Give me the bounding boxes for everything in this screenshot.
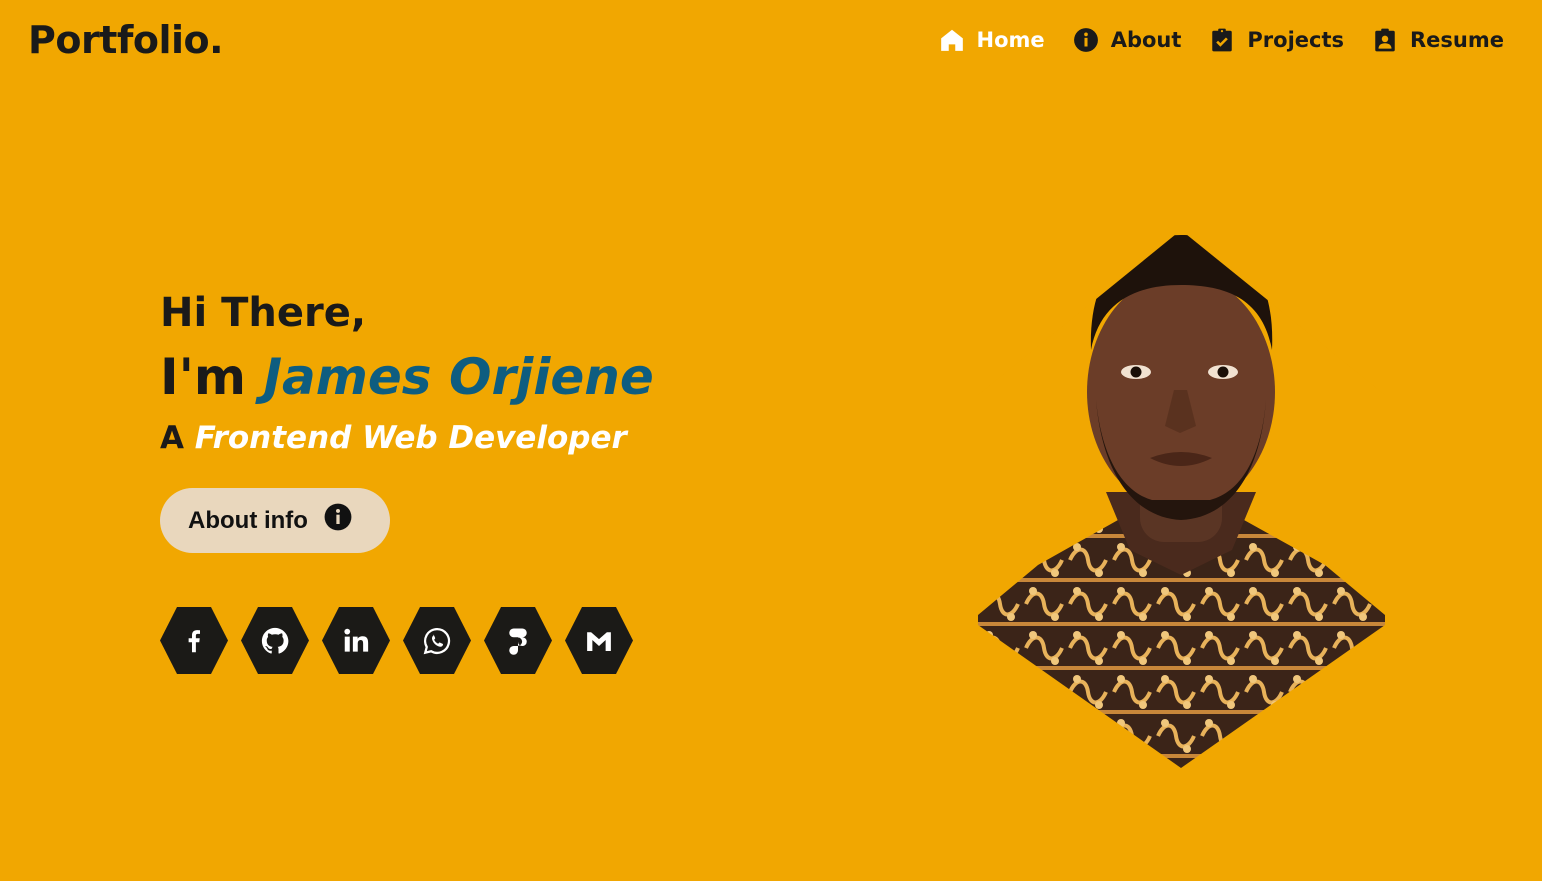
about-info-label: About info: [188, 506, 308, 534]
clipboard-check-icon: [1209, 27, 1235, 53]
hero-section: Hi There, I'm James Orjiene A Frontend W…: [160, 288, 780, 553]
social-figma-link[interactable]: [484, 607, 552, 674]
profile-photo: [978, 230, 1385, 768]
social-github-link[interactable]: [241, 607, 309, 674]
home-icon: [939, 27, 965, 53]
social-linkedin-link[interactable]: [322, 607, 390, 674]
hero-name: James Orjiene: [263, 348, 654, 406]
social-facebook-link[interactable]: [160, 607, 228, 674]
site-header: Portfolio. Home About Projects Resume: [0, 0, 1542, 80]
nav-item-label: Projects: [1247, 28, 1344, 52]
role-prefix: A: [160, 420, 184, 456]
figma-icon: [509, 628, 527, 655]
hero-intro: I'm James Orjiene: [160, 344, 780, 410]
contact-card-icon: [1372, 27, 1398, 53]
github-icon: [261, 627, 289, 654]
whatsapp-icon: [423, 627, 451, 654]
main-nav: Home About Projects Resume: [939, 22, 1504, 58]
intro-prefix: I'm: [160, 348, 247, 406]
nav-item-about[interactable]: About: [1073, 22, 1182, 58]
linkedin-icon: [344, 628, 369, 652]
site-logo[interactable]: Portfolio.: [28, 14, 224, 66]
about-info-button[interactable]: About info: [160, 488, 390, 553]
nav-item-projects[interactable]: Projects: [1209, 22, 1344, 58]
social-links: [160, 607, 633, 674]
nav-item-label: Home: [976, 28, 1045, 52]
nav-item-label: About: [1110, 28, 1182, 52]
hero-role-line: A Frontend Web Developer: [160, 418, 780, 458]
info-icon: [1073, 27, 1099, 53]
nav-item-label: Resume: [1410, 28, 1504, 52]
hero-greeting: Hi There,: [160, 290, 367, 336]
nav-item-home[interactable]: Home: [939, 22, 1045, 58]
social-whatsapp-link[interactable]: [403, 607, 471, 674]
social-gmail-link[interactable]: [565, 607, 633, 674]
gmail-icon: [587, 631, 611, 651]
facebook-icon: [188, 629, 200, 652]
info-icon: [324, 503, 352, 538]
nav-item-resume[interactable]: Resume: [1372, 22, 1504, 58]
hero-role: Frontend Web Developer: [194, 420, 627, 456]
